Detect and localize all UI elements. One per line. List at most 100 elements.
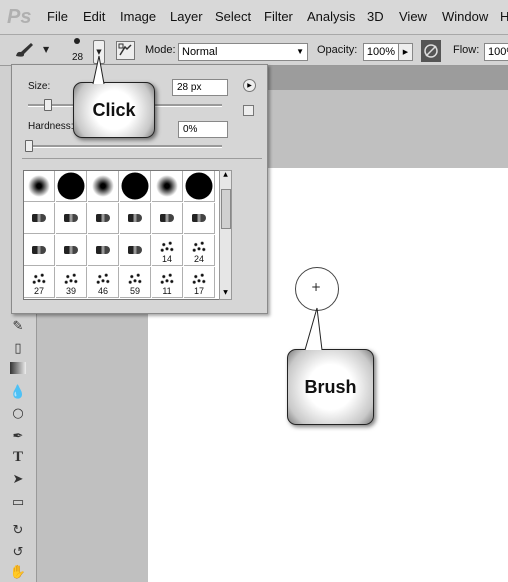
hand-tool-icon[interactable]: ✋ bbox=[8, 564, 28, 582]
brush-preset-size[interactable]: 28 bbox=[72, 52, 83, 63]
scatter-brush-icon bbox=[127, 271, 143, 286]
hard-round-brush-icon bbox=[57, 172, 85, 200]
3d-orbit-tool-icon[interactable]: ↺ bbox=[8, 544, 28, 562]
brush-preset-8[interactable] bbox=[56, 203, 87, 234]
path-selection-tool-icon[interactable]: ➤ bbox=[8, 471, 28, 489]
gradient-tool-icon[interactable] bbox=[10, 362, 26, 374]
brush-preset-size-label: 11 bbox=[162, 286, 172, 296]
brush-preset-18[interactable]: 24 bbox=[184, 235, 215, 266]
bristle-brush-icon bbox=[64, 214, 78, 222]
bristle-brush-icon bbox=[96, 214, 110, 222]
menu-edit[interactable]: Edit bbox=[83, 9, 105, 24]
brush-preset-10[interactable] bbox=[120, 203, 151, 234]
brush-preset-5[interactable] bbox=[152, 171, 183, 202]
scatter-brush-icon bbox=[63, 271, 79, 286]
brush-preset-6[interactable] bbox=[184, 171, 215, 202]
brush-preset-23[interactable]: 11 bbox=[152, 267, 183, 298]
mode-select[interactable]: Normal ▼ bbox=[178, 43, 308, 61]
brush-preset-20[interactable]: 39 bbox=[56, 267, 87, 298]
scroll-up-icon[interactable]: ▲ bbox=[220, 171, 231, 181]
click-callout-pointer bbox=[92, 55, 105, 85]
scroll-thumb[interactable] bbox=[221, 189, 231, 229]
bristle-brush-icon bbox=[64, 246, 78, 254]
brush-preset-size-label: 59 bbox=[129, 286, 140, 296]
menu-layer[interactable]: Layer bbox=[170, 9, 203, 24]
history-brush-tool-icon[interactable]: ✎ bbox=[8, 318, 28, 336]
brush-preset-4[interactable] bbox=[120, 171, 151, 202]
size-label: Size: bbox=[28, 81, 51, 92]
scatter-brush-icon bbox=[191, 239, 207, 254]
brush-preset-dot-icon[interactable] bbox=[74, 38, 80, 44]
hard-round-brush-icon bbox=[185, 172, 213, 200]
brush-callout-pointer bbox=[304, 307, 323, 351]
scatter-brush-icon bbox=[191, 271, 207, 286]
hardness-slider-thumb[interactable] bbox=[25, 140, 33, 152]
brush-cursor-crosshair-icon: + bbox=[311, 280, 322, 294]
scroll-down-icon[interactable]: ▼ bbox=[220, 289, 231, 299]
menu-window[interactable]: Window bbox=[442, 9, 488, 24]
menu-filter[interactable]: Filter bbox=[264, 9, 293, 24]
brush-preset-16[interactable] bbox=[120, 235, 151, 266]
size-slider-thumb[interactable] bbox=[44, 99, 53, 111]
hard-round-brush-icon bbox=[121, 172, 149, 200]
bristle-brush-icon bbox=[32, 214, 46, 222]
brush-tool-icon[interactable] bbox=[13, 41, 35, 63]
menu-3d[interactable]: 3D bbox=[367, 9, 384, 24]
hardness-slider-track[interactable] bbox=[28, 145, 222, 148]
3d-rotate-tool-icon[interactable]: ↻ bbox=[8, 522, 28, 540]
brush-preset-1[interactable] bbox=[24, 171, 55, 202]
blur-tool-icon[interactable]: 💧 bbox=[8, 384, 28, 402]
brush-preset-21[interactable]: 46 bbox=[88, 267, 119, 298]
rectangle-tool-icon[interactable]: ▭ bbox=[8, 494, 28, 512]
brush-preset-14[interactable] bbox=[56, 235, 87, 266]
bristle-brush-icon bbox=[128, 214, 142, 222]
menu-bar: Ps File Edit Image Layer Select Filter A… bbox=[0, 0, 508, 35]
scatter-brush-icon bbox=[95, 271, 111, 286]
brush-preset-2[interactable] bbox=[56, 171, 87, 202]
menu-view[interactable]: View bbox=[399, 9, 427, 24]
type-tool-icon[interactable]: T bbox=[8, 449, 28, 467]
flow-field[interactable]: 100% bbox=[484, 43, 508, 61]
brush-preset-grid: 14 24 27 39 46 59 11 17 bbox=[23, 170, 220, 300]
mode-dropdown-arrow-icon: ▼ bbox=[296, 47, 304, 56]
brush-preset-15[interactable] bbox=[88, 235, 119, 266]
brush-preset-size-label: 17 bbox=[193, 286, 204, 296]
hardness-field[interactable]: 0% bbox=[178, 121, 228, 138]
brush-preset-3[interactable] bbox=[88, 171, 119, 202]
dodge-tool-icon[interactable]: ○ bbox=[8, 405, 28, 423]
brush-preset-24[interactable]: 17 bbox=[184, 267, 215, 298]
mode-label: Mode: bbox=[145, 44, 176, 56]
hardness-label: Hardness: bbox=[28, 121, 74, 132]
brush-preset-19[interactable]: 27 bbox=[24, 267, 55, 298]
click-callout: Click bbox=[73, 82, 155, 138]
opacity-field[interactable]: 100% bbox=[363, 43, 399, 61]
size-field[interactable]: 28 px bbox=[172, 79, 228, 96]
scatter-brush-icon bbox=[159, 239, 175, 254]
menu-image[interactable]: Image bbox=[120, 9, 156, 24]
brush-preset-12[interactable] bbox=[184, 203, 215, 234]
brush-callout: Brush bbox=[287, 349, 374, 425]
bristle-brush-icon bbox=[96, 246, 110, 254]
menu-select[interactable]: Select bbox=[215, 9, 251, 24]
soft-round-brush-icon bbox=[92, 175, 114, 197]
brush-preset-17[interactable]: 14 bbox=[152, 235, 183, 266]
menu-analysis[interactable]: Analysis bbox=[307, 9, 355, 24]
opacity-slider-arrow-icon[interactable]: ▶ bbox=[398, 43, 413, 61]
menu-file[interactable]: File bbox=[47, 9, 68, 24]
brush-preset-13[interactable] bbox=[24, 235, 55, 266]
brush-preset-9[interactable] bbox=[88, 203, 119, 234]
pressure-icon[interactable] bbox=[421, 40, 441, 62]
tool-preset-arrow-icon[interactable]: ▼ bbox=[43, 45, 49, 54]
brush-preset-11[interactable] bbox=[152, 203, 183, 234]
preset-scrollbar[interactable]: ▲ ▼ bbox=[219, 170, 232, 300]
brush-preset-22[interactable]: 59 bbox=[120, 267, 151, 298]
brush-preset-size-label: 39 bbox=[65, 286, 76, 296]
eraser-tool-icon[interactable]: ▯ bbox=[8, 340, 28, 358]
menu-help[interactable]: H bbox=[500, 9, 508, 24]
panel-menu-icon[interactable]: ▶ bbox=[243, 79, 256, 92]
pen-tool-icon[interactable]: ✒ bbox=[8, 428, 28, 446]
bristle-brush-icon bbox=[32, 246, 46, 254]
brush-preset-7[interactable] bbox=[24, 203, 55, 234]
brush-panel-icon[interactable] bbox=[116, 41, 135, 60]
new-preset-icon[interactable] bbox=[243, 105, 254, 116]
